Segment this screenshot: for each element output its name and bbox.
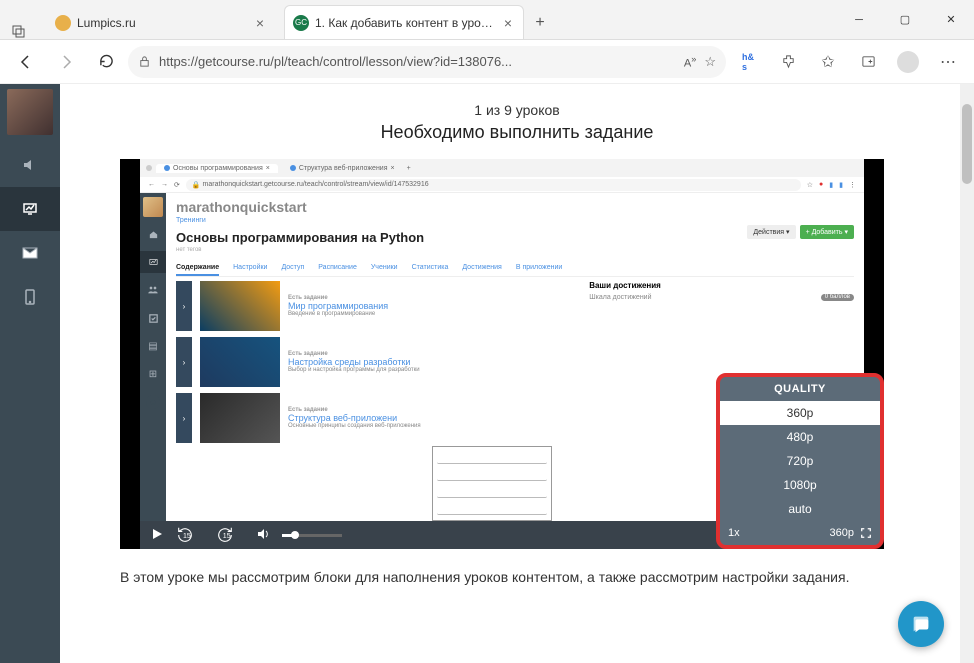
- scrollbar-thumb[interactable]: [962, 104, 972, 184]
- volume-button[interactable]: [256, 527, 270, 544]
- tabs-icon: [12, 25, 26, 39]
- quality-option-480p[interactable]: 480p: [720, 425, 880, 449]
- quality-option-720p[interactable]: 720p: [720, 449, 880, 473]
- tab-close-button[interactable]: ×: [501, 16, 515, 30]
- close-button[interactable]: ✕: [928, 0, 974, 39]
- lesson-description: В этом уроке мы рассмотрим блоки для нап…: [120, 567, 884, 588]
- quality-option-360p[interactable]: 360p: [720, 401, 880, 425]
- quality-menu: QUALITY 360p 480p 720p 1080p auto 1x 360…: [716, 373, 884, 549]
- profile-button[interactable]: [890, 46, 926, 78]
- reader-button[interactable]: A»: [684, 54, 696, 70]
- annotation-overlay: [432, 446, 552, 521]
- forward-button[interactable]: [48, 46, 84, 78]
- maximize-button[interactable]: ▢: [882, 0, 928, 39]
- tab-close-button[interactable]: ×: [253, 16, 267, 30]
- url-text: https://getcourse.ru/pl/teach/control/le…: [159, 54, 676, 69]
- refresh-button[interactable]: [88, 46, 124, 78]
- scrollbar[interactable]: [960, 84, 974, 663]
- rail-training-icon[interactable]: [0, 187, 60, 231]
- favorite-button[interactable]: ☆: [704, 54, 716, 70]
- volume-slider[interactable]: [282, 534, 342, 537]
- main-content: 1 из 9 уроков Необходимо выполнить задан…: [60, 84, 974, 663]
- ext-button-2[interactable]: [770, 46, 806, 78]
- quality-option-auto[interactable]: auto: [720, 497, 880, 521]
- tabs-button[interactable]: [0, 25, 38, 39]
- chat-button[interactable]: [898, 601, 944, 647]
- lock-icon: [138, 55, 151, 68]
- tab-title: Lumpics.ru: [77, 16, 247, 30]
- footer-quality[interactable]: 360p: [830, 527, 854, 539]
- browser-tab-active[interactable]: GC 1. Как добавить контент в урок... ×: [284, 5, 524, 39]
- forward-button[interactable]: 15: [216, 526, 244, 544]
- new-tab-button[interactable]: +: [524, 7, 556, 39]
- rail-sound-icon[interactable]: [0, 143, 60, 187]
- favorites-button[interactable]: ✩: [810, 46, 846, 78]
- user-avatar[interactable]: [7, 89, 53, 135]
- lesson-counter: 1 из 9 уроков: [60, 102, 974, 118]
- back-button[interactable]: [8, 46, 44, 78]
- menu-button[interactable]: ⋯: [930, 46, 966, 78]
- address-bar[interactable]: https://getcourse.ru/pl/teach/control/le…: [128, 46, 726, 78]
- app-sidebar: [0, 84, 60, 663]
- quality-header: QUALITY: [720, 377, 880, 401]
- window-controls: ─ ▢ ✕: [836, 0, 974, 39]
- play-button[interactable]: [150, 527, 164, 544]
- favicon: [55, 15, 71, 31]
- video-player[interactable]: Основы программирования × Структура веб-…: [120, 159, 884, 549]
- favicon: GC: [293, 15, 309, 31]
- tab-title: 1. Как добавить контент в урок...: [315, 16, 495, 30]
- rewind-button[interactable]: 15: [176, 526, 204, 544]
- browser-toolbar: https://getcourse.ru/pl/teach/control/le…: [0, 40, 974, 84]
- page-title: Необходимо выполнить задание: [60, 122, 974, 143]
- browser-tab[interactable]: Lumpics.ru ×: [46, 5, 276, 39]
- fullscreen-icon[interactable]: [860, 527, 872, 539]
- rail-mail-icon[interactable]: [0, 231, 60, 275]
- chat-icon: [910, 613, 932, 635]
- browser-titlebar: Lumpics.ru × GC 1. Как добавить контент …: [0, 0, 974, 40]
- minimize-button[interactable]: ─: [836, 0, 882, 39]
- quality-option-1080p[interactable]: 1080p: [720, 473, 880, 497]
- rail-mobile-icon[interactable]: [0, 275, 60, 319]
- ext-button-1[interactable]: h&s: [730, 46, 766, 78]
- collections-button[interactable]: [850, 46, 886, 78]
- footer-speed[interactable]: 1x: [728, 527, 740, 539]
